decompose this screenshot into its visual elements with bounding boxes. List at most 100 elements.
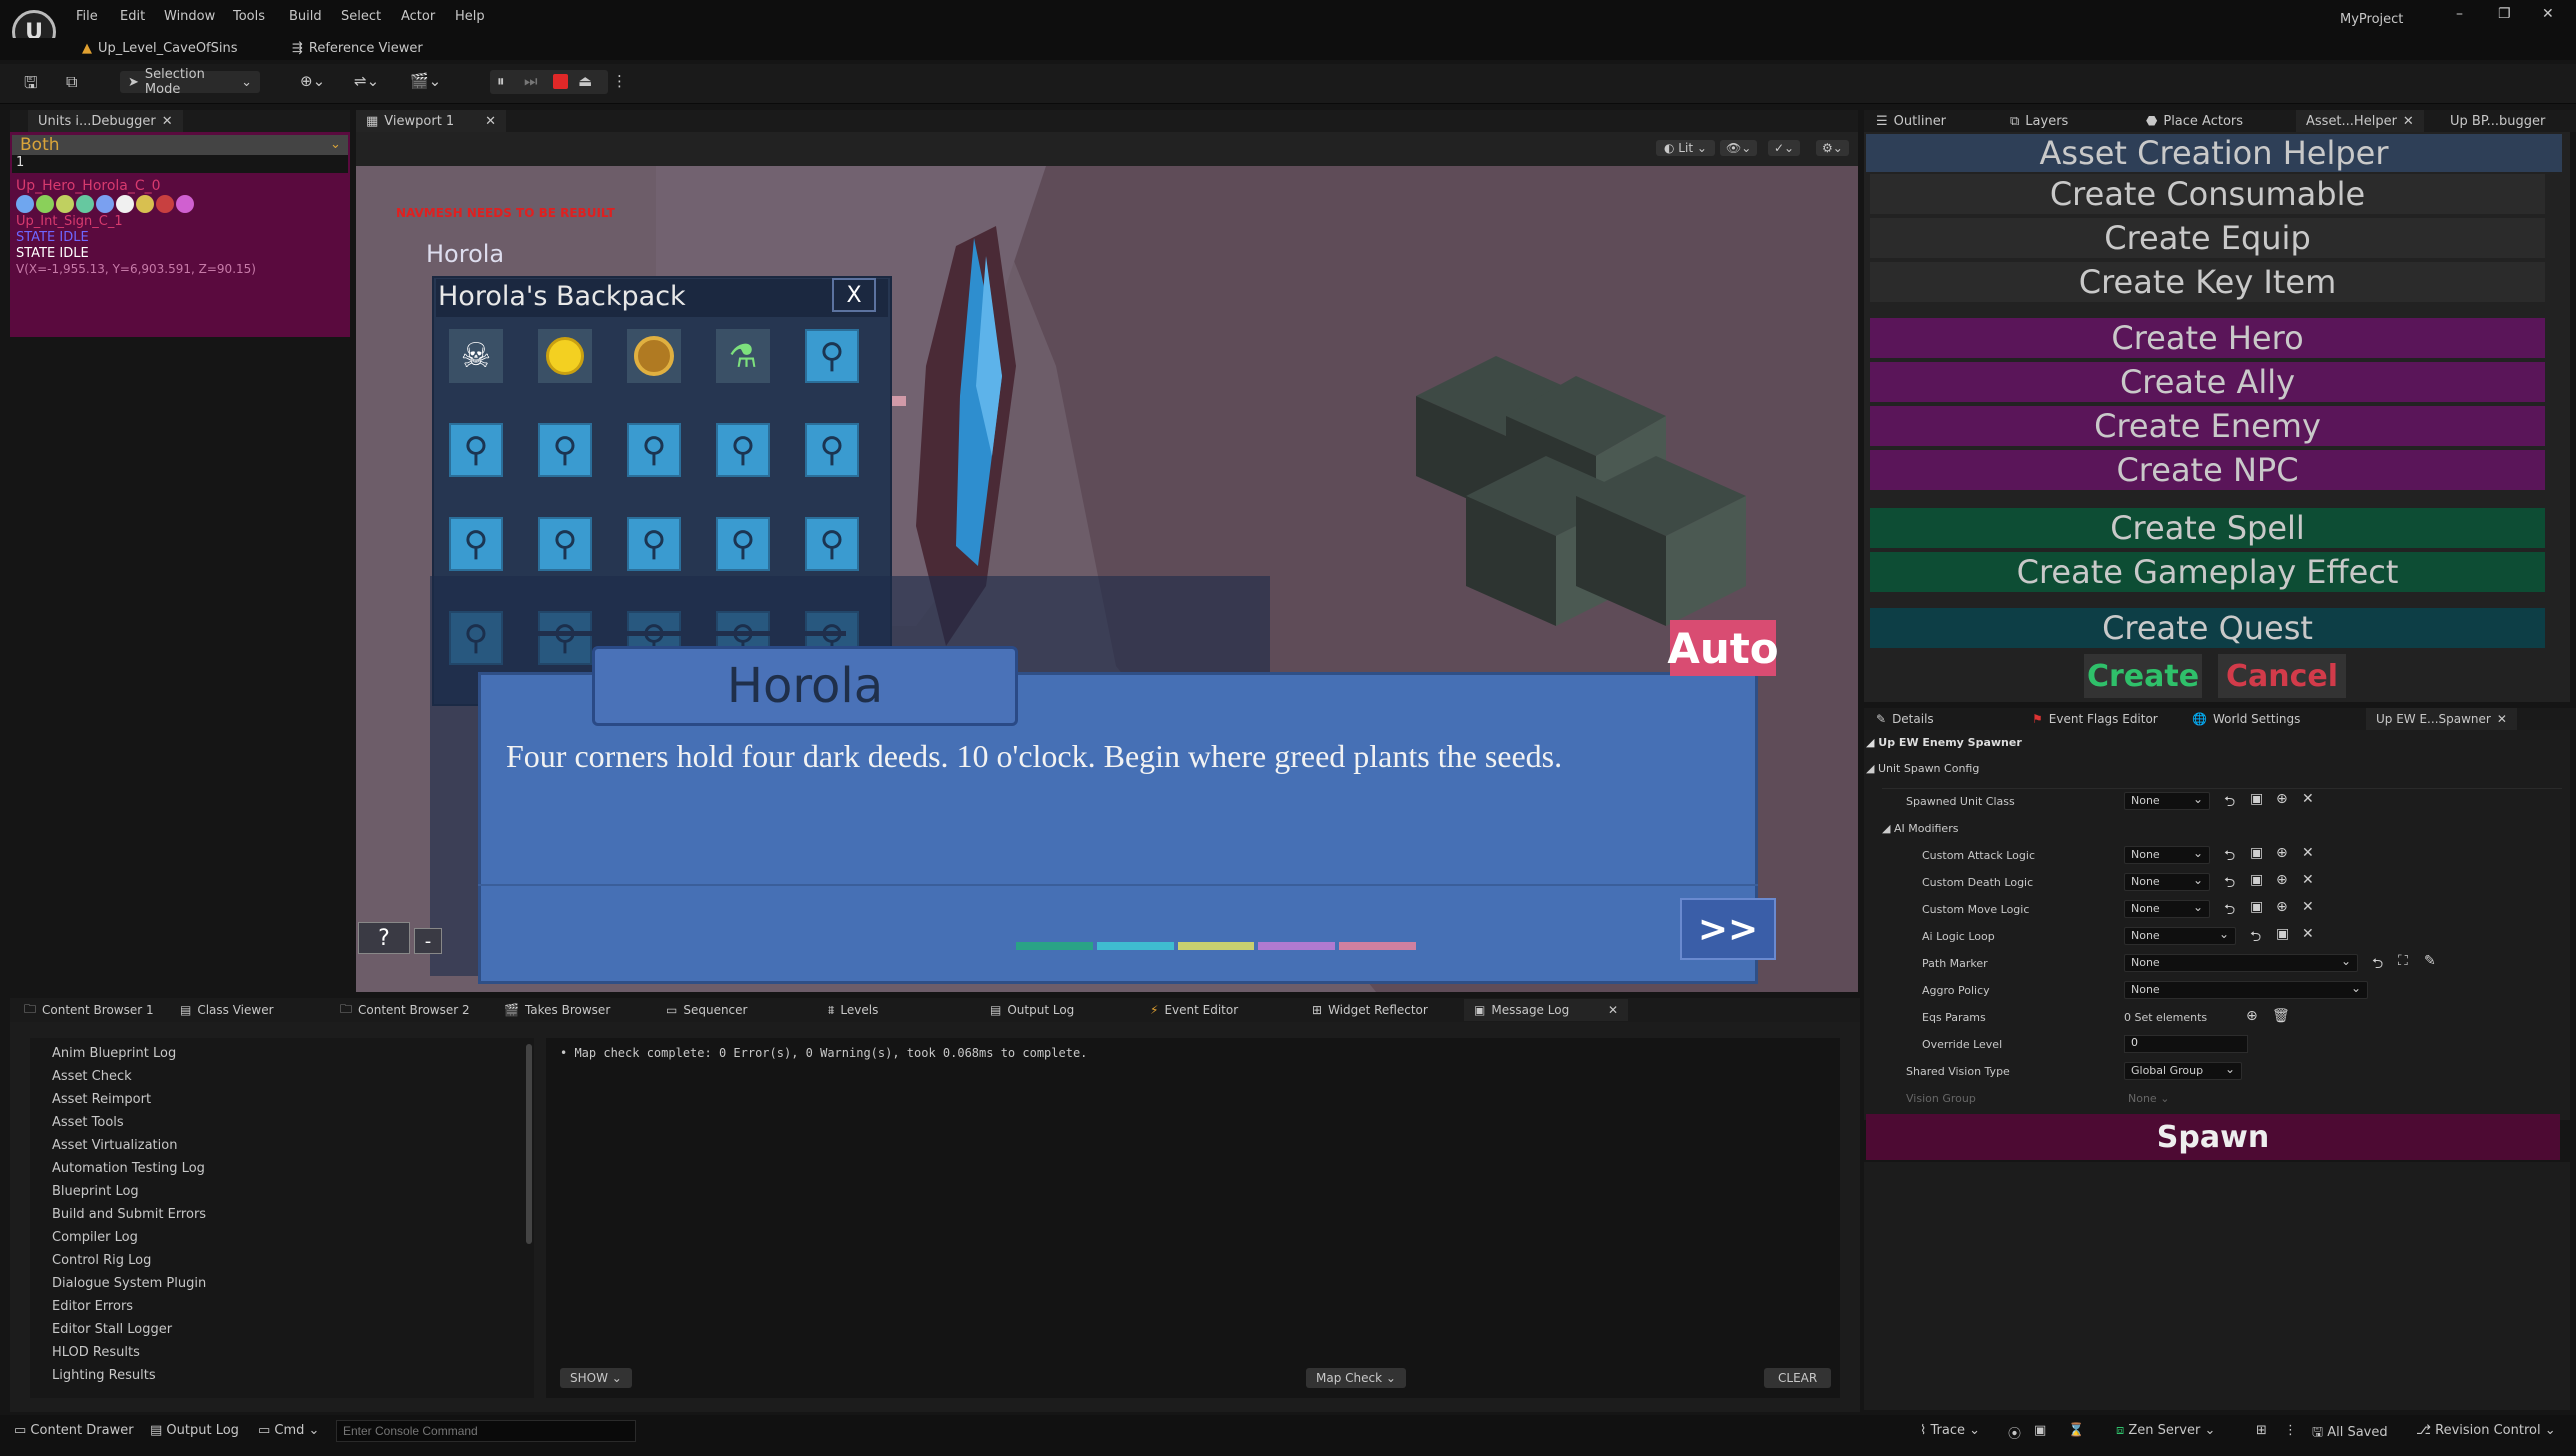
add-icon[interactable]: ⊕	[2276, 845, 2288, 861]
list-item[interactable]: Dialogue System Plugin	[52, 1276, 522, 1299]
output-log-tab[interactable]: ▤ Output Log	[980, 999, 1084, 1021]
content-drawer-button[interactable]: ▭ Content Drawer	[14, 1423, 134, 1438]
list-item[interactable]: Lighting Results	[52, 1368, 522, 1391]
close-tab-icon[interactable]: ✕	[2497, 712, 2507, 726]
empty-slot-icon[interactable]: ⚲	[716, 423, 770, 477]
clear-icon[interactable]: ✕	[2302, 899, 2314, 915]
menu-tools[interactable]: Tools	[233, 9, 265, 24]
close-tab-icon[interactable]: ✕	[162, 114, 173, 129]
menu-actor[interactable]: Actor	[401, 9, 435, 24]
world-settings-tab[interactable]: 🌐 World Settings	[2182, 708, 2310, 730]
asset-helper-tab[interactable]: Asset...Helper ✕	[2296, 110, 2424, 132]
widget-reflector-tab[interactable]: ⊞ Widget Reflector	[1302, 999, 1438, 1021]
use-selected-icon[interactable]: ⮌	[2250, 926, 2261, 950]
viewport-scene[interactable]: NAVMESH NEEDS TO BE REBUILT Horola Horol…	[356, 166, 1858, 992]
list-item[interactable]: Asset Virtualization	[52, 1138, 522, 1161]
list-item[interactable]: Asset Tools	[52, 1115, 522, 1138]
backpack-close-button[interactable]: X	[832, 278, 876, 312]
ai-modifiers-section[interactable]: ◢ AI Modifiers	[1882, 822, 1958, 835]
hotbar-slot[interactable]	[1258, 942, 1336, 950]
menu-help[interactable]: Help	[455, 9, 485, 24]
create-spell-button[interactable]: Create Spell	[1870, 508, 2545, 548]
cancel-button[interactable]: Cancel	[2218, 654, 2346, 698]
list-item[interactable]: Editor Errors	[52, 1299, 522, 1322]
lit-mode-button[interactable]: ◐ Lit ⌄	[1656, 140, 1715, 156]
create-npc-button[interactable]: Create NPC	[1870, 450, 2545, 490]
clear-button[interactable]: CLEAR	[1764, 1368, 1832, 1388]
message-log-tab[interactable]: ▣ Message Log ✕	[1464, 999, 1628, 1021]
event-flags-tab[interactable]: ⚑ Event Flags Editor	[2022, 708, 2168, 730]
clear-icon[interactable]: ✕	[2302, 926, 2314, 942]
sequencer-tab[interactable]: ▭ Sequencer	[656, 999, 757, 1021]
stop-icon[interactable]	[553, 74, 568, 89]
close-tab-icon[interactable]: ✕	[2403, 114, 2414, 129]
browse-folder-icon[interactable]: ▣	[2276, 926, 2289, 942]
spawned-unit-class-select[interactable]: None	[2124, 791, 2210, 810]
custom-death-logic-select[interactable]: None	[2124, 872, 2210, 891]
pause-icon[interactable]: ⏸	[497, 72, 505, 90]
empty-slot-icon[interactable]: ⚲	[449, 517, 503, 571]
use-selected-icon[interactable]: ⮌	[2224, 791, 2235, 815]
browse-folder-icon[interactable]: ▣	[2250, 845, 2263, 861]
close-window-button[interactable]: ✕	[2542, 6, 2554, 22]
list-item[interactable]: Control Rig Log	[52, 1253, 522, 1276]
trace-button[interactable]: ⌇ Trace ⌄	[1920, 1423, 1980, 1438]
close-tab-icon[interactable]: ✕	[485, 114, 496, 129]
ai-logic-loop-select[interactable]: None	[2124, 926, 2236, 945]
coin-item-icon[interactable]	[538, 329, 592, 383]
bp-debugger-tab[interactable]: Up BP...bugger	[2440, 110, 2555, 132]
layers-tab[interactable]: ⧉ Layers	[2000, 110, 2078, 132]
select-actor-icon[interactable]: ⛶	[2398, 953, 2408, 969]
use-selected-icon[interactable]: ⮌	[2224, 899, 2235, 923]
menu-select[interactable]: Select	[341, 9, 381, 24]
hotbar-slot[interactable]	[1177, 942, 1255, 950]
event-editor-tab[interactable]: ⚡ Event Editor	[1140, 999, 1248, 1021]
add-icon[interactable]: ⊕	[2276, 899, 2288, 915]
eyedropper-icon[interactable]: ✎	[2424, 953, 2436, 969]
step-icon[interactable]: ⏭	[524, 72, 538, 90]
show-flags-icon[interactable]: 👁⌄	[1720, 140, 1758, 156]
show-button[interactable]: SHOW ⌄	[560, 1368, 632, 1388]
create-button[interactable]: Create	[2084, 654, 2202, 698]
record-icon[interactable]: ⦿	[2008, 1423, 2021, 1442]
help-button[interactable]: ?	[358, 922, 410, 954]
clear-icon[interactable]: ✕	[2302, 872, 2314, 888]
empty-slot-icon[interactable]: ⚲	[805, 329, 859, 383]
cmd-select[interactable]: ▭ Cmd ⌄	[258, 1423, 319, 1438]
auto-button[interactable]: Auto	[1667, 620, 1779, 676]
custom-attack-logic-select[interactable]: None	[2124, 845, 2210, 864]
create-ally-button[interactable]: Create Ally	[1870, 362, 2545, 402]
hotbar-slot[interactable]	[1339, 942, 1416, 950]
list-item[interactable]: Compiler Log	[52, 1230, 522, 1253]
close-tab-icon[interactable]: ✕	[1608, 1003, 1618, 1017]
cinematics-icon[interactable]: 🎬⌄	[410, 72, 441, 90]
shared-vision-type-select[interactable]: Global Group	[2124, 1061, 2242, 1080]
create-key-item-button[interactable]: Create Key Item	[1870, 262, 2545, 302]
content-browser-2-tab[interactable]: 🗀 Content Browser 2	[330, 999, 480, 1021]
map-check-button[interactable]: Map Check ⌄	[1306, 1368, 1406, 1388]
minimize-panel-button[interactable]: -	[414, 928, 442, 954]
create-consumable-button[interactable]: Create Consumable	[1870, 174, 2545, 214]
path-marker-select[interactable]: None	[2124, 953, 2358, 972]
add-actor-icon[interactable]: ⊕⌄	[300, 72, 325, 90]
empty-slot-icon[interactable]: ⚲	[627, 423, 681, 477]
override-level-input[interactable]: 0	[2124, 1035, 2248, 1053]
create-enemy-button[interactable]: Create Enemy	[1870, 406, 2545, 446]
hotbar-slot[interactable]	[1096, 942, 1174, 950]
add-icon[interactable]: ⊕	[2276, 791, 2288, 807]
save-icon[interactable]: 🖫	[24, 72, 38, 99]
revision-control-button[interactable]: ⎇ Revision Control ⌄	[2416, 1423, 2556, 1438]
all-saved-button[interactable]: 🖫 All Saved	[2312, 1423, 2388, 1445]
potion-item-icon[interactable]: ⚗	[716, 329, 770, 383]
list-item[interactable]: Blueprint Log	[52, 1184, 522, 1207]
minimize-button[interactable]: –	[2456, 6, 2463, 22]
screenshot-icon[interactable]: ▣	[2034, 1423, 2046, 1438]
zen-server-button[interactable]: ⧈ Zen Server ⌄	[2116, 1423, 2215, 1438]
unit-spawn-section[interactable]: ◢ Unit Spawn Config	[1866, 762, 1979, 775]
debug-filter-select[interactable]: Both	[12, 135, 348, 155]
spawner-tab[interactable]: Up EW E...Spawner ✕	[2366, 708, 2517, 730]
add-icon[interactable]: ⊕	[2276, 872, 2288, 888]
console-command-input[interactable]	[336, 1420, 636, 1442]
level-tab[interactable]: ▲ Up_Level_CaveOfSins	[82, 38, 238, 58]
more-options-icon[interactable]: ⋮	[2284, 1423, 2297, 1438]
